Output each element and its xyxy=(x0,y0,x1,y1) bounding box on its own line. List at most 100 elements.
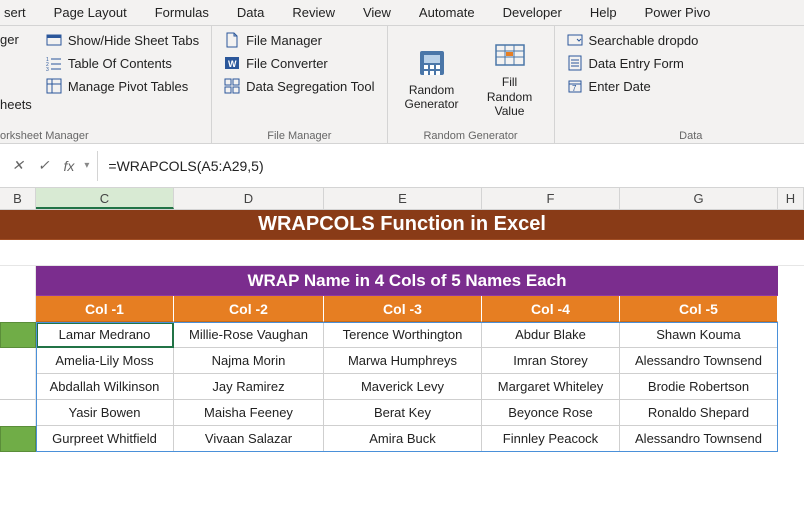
col-header-h[interactable]: H xyxy=(778,188,804,209)
cell[interactable]: Amira Buck xyxy=(324,426,482,452)
btn-heets[interactable]: heets xyxy=(0,95,36,114)
cell[interactable]: Amelia-Lily Moss xyxy=(36,348,174,374)
formula-bar: ✕ ✓ fx ▾ =WRAPCOLS(A5:A29,5) xyxy=(0,144,804,188)
fill-random-icon xyxy=(494,39,526,71)
col-header-f[interactable]: F xyxy=(482,188,620,209)
cell[interactable]: Imran Storey xyxy=(482,348,620,374)
btn-searchable-dropdown[interactable]: Searchable dropdo xyxy=(563,30,703,50)
btn-file-manager[interactable]: File Manager xyxy=(220,30,378,50)
cell[interactable]: Ronaldo Shepard xyxy=(620,400,778,426)
sheet-subtitle: WRAP Name in 4 Cols of 5 Names Each xyxy=(36,266,778,296)
list-icon: 123 xyxy=(46,55,62,71)
column-headers: B C D E F G H xyxy=(0,188,804,210)
cell[interactable]: Beyonce Rose xyxy=(482,400,620,426)
table-row: Abdallah Wilkinson Jay Ramirez Maverick … xyxy=(0,374,804,400)
btn-random-generator[interactable]: Random Generator xyxy=(396,30,468,128)
btn-data-segregation[interactable]: Data Segregation Tool xyxy=(220,76,378,96)
col-header-5: Col -5 xyxy=(620,296,778,322)
svg-text:7: 7 xyxy=(572,84,577,93)
tabs-icon xyxy=(46,32,62,48)
tab-insert[interactable]: sert xyxy=(4,1,40,24)
btn-data-entry-form[interactable]: Data Entry Form xyxy=(563,53,703,73)
col-header-3: Col -3 xyxy=(324,296,482,322)
formula-input[interactable]: =WRAPCOLS(A5:A29,5) xyxy=(98,158,804,174)
col-header-d[interactable]: D xyxy=(174,188,324,209)
cell[interactable]: Terence Worthington xyxy=(324,322,482,348)
btn-show-hide-tabs[interactable]: Show/Hide Sheet Tabs xyxy=(42,30,203,50)
file-icon xyxy=(224,32,240,48)
cell[interactable]: Gurpreet Whitfield xyxy=(36,426,174,452)
table-row: Lamar Medrano Millie-Rose Vaughan Terenc… xyxy=(0,322,804,348)
group-label-random: Random Generator xyxy=(396,128,546,142)
formula-accept-icon[interactable]: ✓ xyxy=(34,157,54,174)
fx-icon[interactable]: fx xyxy=(59,158,78,174)
grid: B C D E F G H WRAPCOLS Function in Excel… xyxy=(0,188,804,452)
cell[interactable]: Margaret Whiteley xyxy=(482,374,620,400)
sheet-title: WRAPCOLS Function in Excel xyxy=(0,210,804,240)
dropdown-icon xyxy=(567,32,583,48)
col-header-g[interactable]: G xyxy=(620,188,778,209)
ribbon-group-worksheet: ger heets Show/Hide Sheet Tabs 123 Table… xyxy=(0,26,212,143)
col-header-e[interactable]: E xyxy=(324,188,482,209)
btn-enter-date[interactable]: 7 Enter Date xyxy=(563,76,703,96)
cell[interactable]: Yasir Bowen xyxy=(36,400,174,426)
cell[interactable]: Marwa Humphreys xyxy=(324,348,482,374)
ribbon-group-file: File Manager W File Converter Data Segre… xyxy=(212,26,387,143)
cell[interactable]: Lamar Medrano xyxy=(36,322,174,348)
random-gen-icon xyxy=(416,47,448,79)
formula-dropdown-icon[interactable]: ▾ xyxy=(84,160,89,171)
btn-manage-pivot[interactable]: Manage Pivot Tables xyxy=(42,76,203,96)
cell[interactable]: Vivaan Salazar xyxy=(174,426,324,452)
cell[interactable]: Alessandro Townsend xyxy=(620,426,778,452)
form-icon xyxy=(567,55,583,71)
tab-page-layout[interactable]: Page Layout xyxy=(40,1,141,24)
tab-automate[interactable]: Automate xyxy=(405,1,489,24)
ribbon: ger heets Show/Hide Sheet Tabs 123 Table… xyxy=(0,26,804,144)
calendar-icon: 7 xyxy=(567,78,583,94)
ribbon-group-random: Random Generator Fill Random Value Rando… xyxy=(388,26,555,143)
cell[interactable]: Shawn Kouma xyxy=(620,322,778,348)
svg-text:W: W xyxy=(228,59,237,69)
col-header-1: Col -1 xyxy=(36,296,174,322)
gap-row xyxy=(0,240,804,266)
tab-data[interactable]: Data xyxy=(223,1,278,24)
group-label-worksheet: orksheet Manager xyxy=(0,128,203,142)
tab-developer[interactable]: Developer xyxy=(489,1,576,24)
ribbon-group-data: Searchable dropdo Data Entry Form 7 Ente… xyxy=(555,26,711,143)
pivot-icon xyxy=(46,78,62,94)
cell[interactable]: Maisha Feeney xyxy=(174,400,324,426)
btn-ger[interactable]: ger xyxy=(0,30,36,49)
btn-fill-random[interactable]: Fill Random Value xyxy=(474,30,546,128)
col-header-b[interactable]: B xyxy=(0,188,36,209)
cell[interactable]: Alessandro Townsend xyxy=(620,348,778,374)
btn-toc[interactable]: 123 Table Of Contents xyxy=(42,53,203,73)
col-header-2: Col -2 xyxy=(174,296,324,322)
cell[interactable]: Abdallah Wilkinson xyxy=(36,374,174,400)
tab-power-pivot[interactable]: Power Pivo xyxy=(631,1,725,24)
group-label-data: Data xyxy=(563,128,703,142)
sheet-body[interactable]: WRAPCOLS Function in Excel WRAP Name in … xyxy=(0,210,804,452)
group-label-file: File Manager xyxy=(220,128,378,142)
formula-cancel-icon[interactable]: ✕ xyxy=(8,157,28,174)
cell[interactable]: Maverick Levy xyxy=(324,374,482,400)
table-header-row: Col -1 Col -2 Col -3 Col -4 Col -5 xyxy=(0,296,804,322)
btn-file-converter[interactable]: W File Converter xyxy=(220,53,378,73)
cell[interactable]: Finnley Peacock xyxy=(482,426,620,452)
cell[interactable]: Abdur Blake xyxy=(482,322,620,348)
tab-review[interactable]: Review xyxy=(278,1,349,24)
table-row: Amelia-Lily Moss Najma Morin Marwa Humph… xyxy=(0,348,804,374)
cell[interactable]: Najma Morin xyxy=(174,348,324,374)
tab-view[interactable]: View xyxy=(349,1,405,24)
cell[interactable]: Millie-Rose Vaughan xyxy=(174,322,324,348)
tab-help[interactable]: Help xyxy=(576,1,631,24)
tab-formulas[interactable]: Formulas xyxy=(141,1,223,24)
col-header-4: Col -4 xyxy=(482,296,620,322)
segregation-icon xyxy=(224,78,240,94)
table-row: Yasir Bowen Maisha Feeney Berat Key Beyo… xyxy=(0,400,804,426)
cell[interactable]: Jay Ramirez xyxy=(174,374,324,400)
cell[interactable]: Berat Key xyxy=(324,400,482,426)
ribbon-tabs: sert Page Layout Formulas Data Review Vi… xyxy=(0,0,804,26)
col-header-c[interactable]: C xyxy=(36,188,174,209)
cell[interactable]: Brodie Robertson xyxy=(620,374,778,400)
table-row: Gurpreet Whitfield Vivaan Salazar Amira … xyxy=(0,426,804,452)
